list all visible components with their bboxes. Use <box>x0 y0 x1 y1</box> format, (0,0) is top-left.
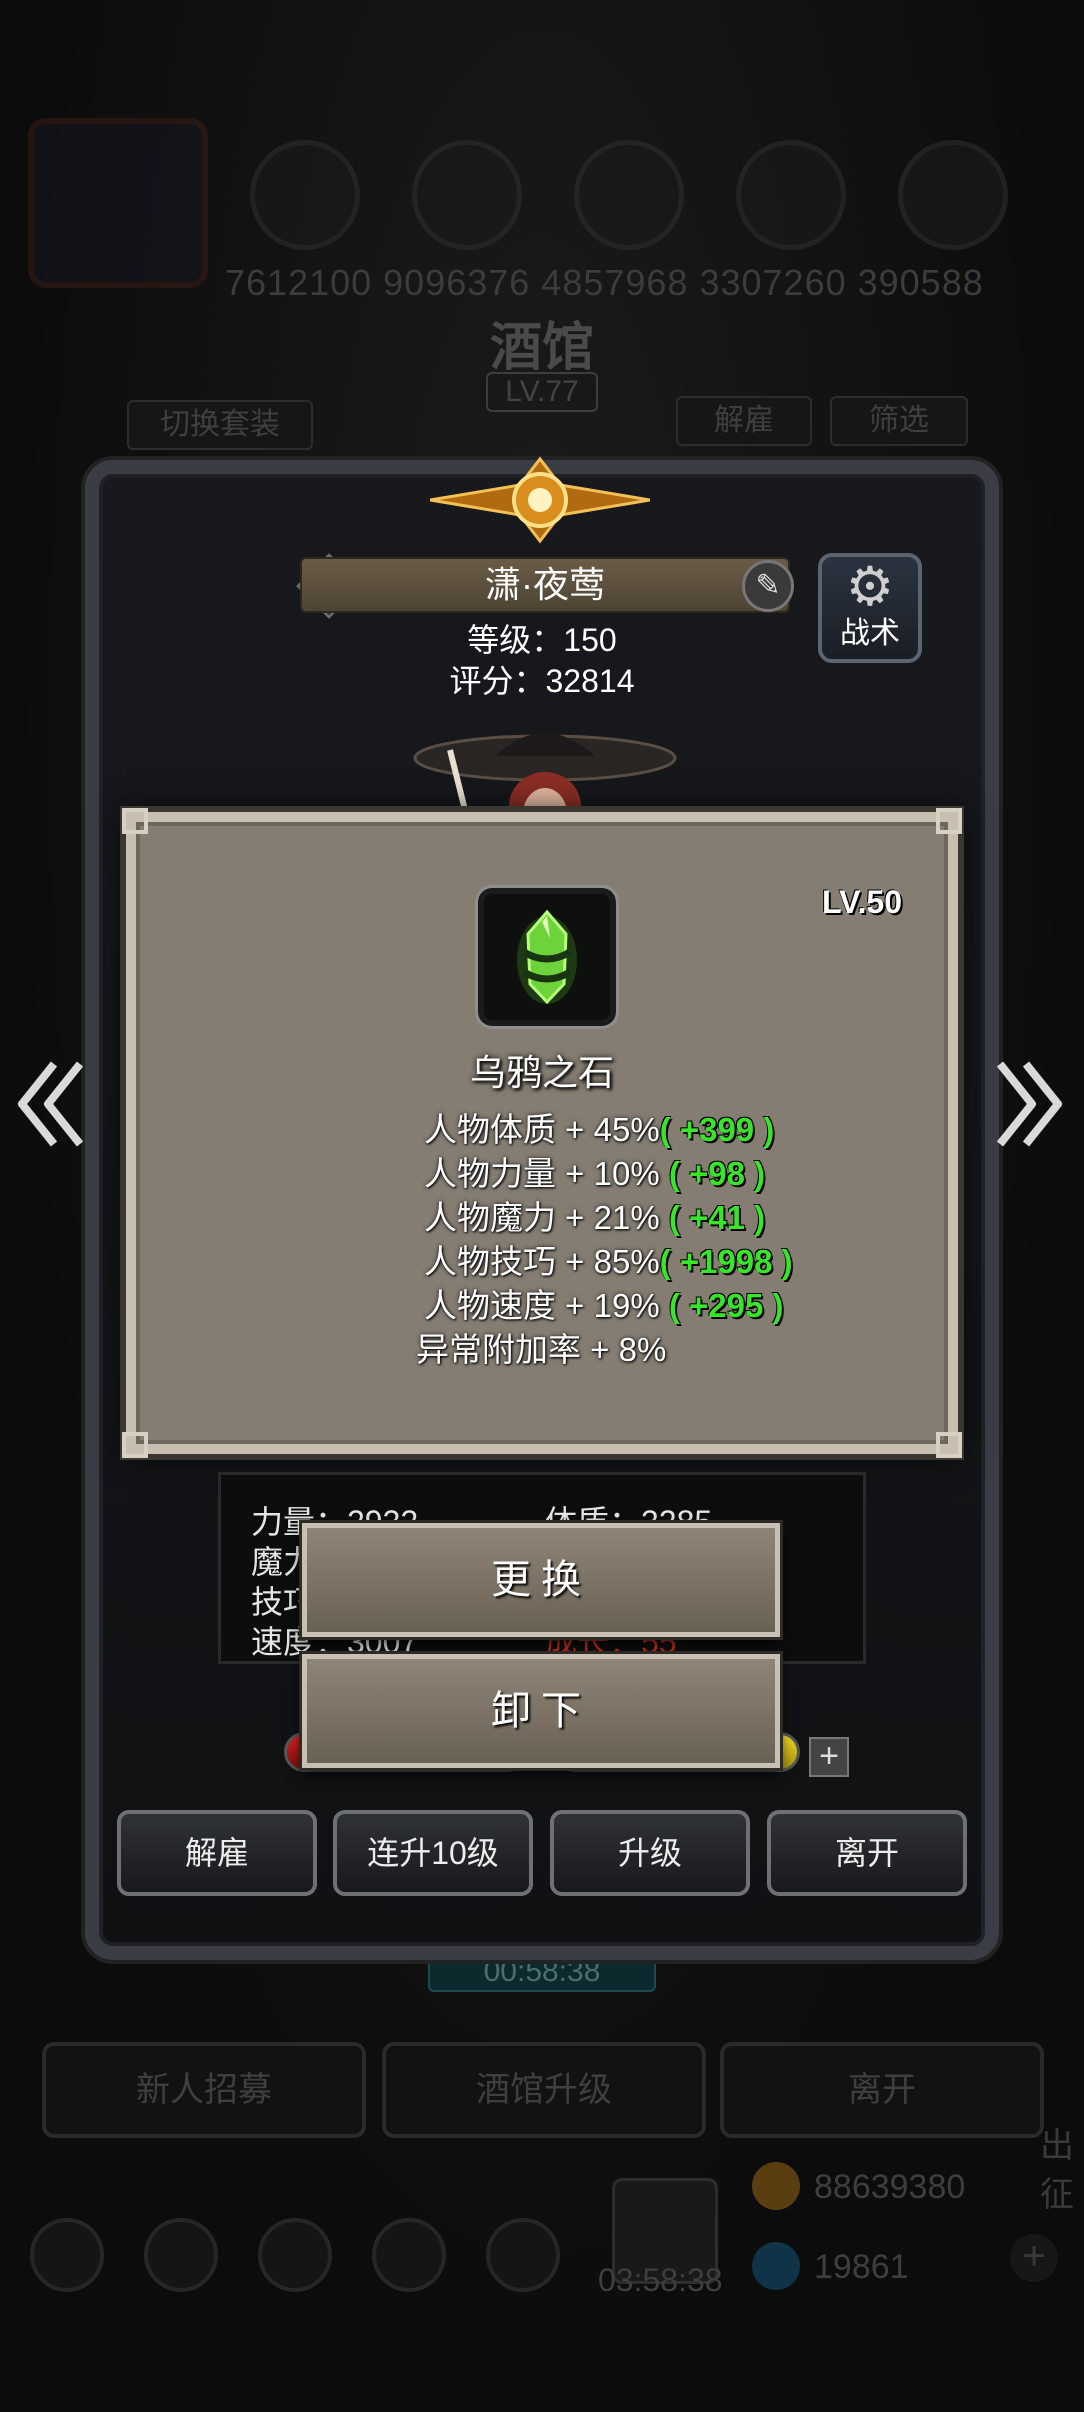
recruit-button[interactable]: 新人招募 <box>42 2042 366 2138</box>
filter-button[interactable]: 筛选 <box>830 396 968 446</box>
card-corner <box>122 1432 148 1458</box>
resource-icon <box>412 140 522 250</box>
attribute-text: 人物速度 + 19% <box>424 1287 660 1324</box>
attribute-text: 人物体质 + 45% <box>424 1111 660 1148</box>
gift-timer: 03:58:38 <box>598 2262 723 2298</box>
nav-icon[interactable] <box>486 2218 560 2292</box>
gear-icon: ⚙ <box>845 557 895 617</box>
attribute-text: 异常附加率 + 8% <box>416 1331 667 1368</box>
item-name: 乌鸦之石 <box>469 1052 614 1093</box>
item-icon-frame <box>475 885 619 1029</box>
nav-icon[interactable] <box>30 2218 104 2292</box>
gem-amount: 19861 <box>814 2248 909 2286</box>
attribute-bonus: ( +98 ) <box>659 1155 766 1192</box>
unequip-button[interactable]: 卸下 <box>299 1651 783 1771</box>
leader-portrait <box>28 118 208 288</box>
item-tooltip: LV.50 乌鸦之石 人物体质 + 45%( +399 ) 人物力量 + 10%… <box>120 806 964 1460</box>
tactics-button[interactable]: ⚙ 战术 <box>818 553 922 663</box>
bg-leave-button[interactable]: 离开 <box>720 2042 1044 2138</box>
item-level: LV.50 <box>821 884 902 920</box>
attribute-text: 人物力量 + 10% <box>424 1155 660 1192</box>
replace-button[interactable]: 更换 <box>299 1520 783 1640</box>
gold-icon <box>752 2162 800 2210</box>
hero-name: 潇·夜莺 <box>300 557 790 613</box>
attribute-text: 人物魔力 + 21% <box>424 1199 660 1236</box>
attribute-bonus: ( +41 ) <box>659 1199 766 1236</box>
tactics-label: 战术 <box>840 617 900 650</box>
attribute-bonus: ( +295 ) <box>659 1287 784 1324</box>
resource-icon <box>250 140 360 250</box>
attribute-row: 异常附加率 + 8% <box>416 1328 793 1372</box>
resource-numbers: 7612100 9096376 4857968 3307260 390588 <box>225 262 984 303</box>
leave-button[interactable]: 离开 <box>767 1810 967 1896</box>
gold-amount: 88639380 <box>814 2168 966 2206</box>
switch-outfit-button[interactable]: 切换套装 <box>127 400 313 450</box>
green-crystal-icon <box>517 909 577 1005</box>
add-stat-button[interactable]: + <box>809 1737 849 1777</box>
dismiss-button[interactable]: 解雇 <box>117 1810 317 1896</box>
nav-icon[interactable] <box>372 2218 446 2292</box>
resource-icon <box>898 140 1008 250</box>
tavern-title: 酒馆 <box>489 317 594 378</box>
tavern-level-badge: LV.77 <box>486 372 598 412</box>
expedition-label: 出征 <box>1040 2127 1074 2214</box>
resource-icon <box>736 140 846 250</box>
card-corner <box>936 1432 962 1458</box>
bg-dismiss-button[interactable]: 解雇 <box>676 396 812 446</box>
attribute-row: 人物力量 + 10% ( +98 ) <box>424 1152 793 1196</box>
attribute-row: 人物技巧 + 85%( +1998 ) <box>424 1240 793 1284</box>
next-hero-icon[interactable] <box>996 1058 1066 1150</box>
attribute-row: 人物速度 + 19% ( +295 ) <box>424 1284 793 1328</box>
gem-icon <box>752 2242 800 2290</box>
resource-icon <box>574 140 684 250</box>
nav-icon[interactable] <box>144 2218 218 2292</box>
card-corner <box>122 808 148 834</box>
add-resource-icon[interactable]: + <box>1010 2234 1058 2282</box>
top-resource-icons <box>250 140 1008 250</box>
attribute-row: 人物体质 + 45%( +399 ) <box>424 1108 793 1152</box>
attribute-row: 人物魔力 + 21% ( +41 ) <box>424 1196 793 1240</box>
card-corner <box>936 808 962 834</box>
previous-hero-icon[interactable] <box>14 1058 84 1150</box>
attribute-text: 人物技巧 + 85% <box>424 1243 660 1280</box>
level-up-10-button[interactable]: 连升10级 <box>333 1810 533 1896</box>
tavern-upgrade-button[interactable]: 酒馆升级 <box>382 2042 706 2138</box>
nav-icon[interactable] <box>258 2218 332 2292</box>
level-up-button[interactable]: 升级 <box>550 1810 750 1896</box>
bottom-nav <box>30 2218 560 2292</box>
emblem-icon <box>430 456 650 544</box>
attribute-bonus: ( +399 ) <box>659 1111 775 1148</box>
hero-score: 评分：32814 <box>449 663 635 699</box>
attribute-bonus: ( +1998 ) <box>659 1243 793 1280</box>
edit-icon[interactable]: ✎ <box>742 560 794 612</box>
item-attribute-list: 人物体质 + 45%( +399 ) 人物力量 + 10% ( +98 ) 人物… <box>416 1108 793 1372</box>
